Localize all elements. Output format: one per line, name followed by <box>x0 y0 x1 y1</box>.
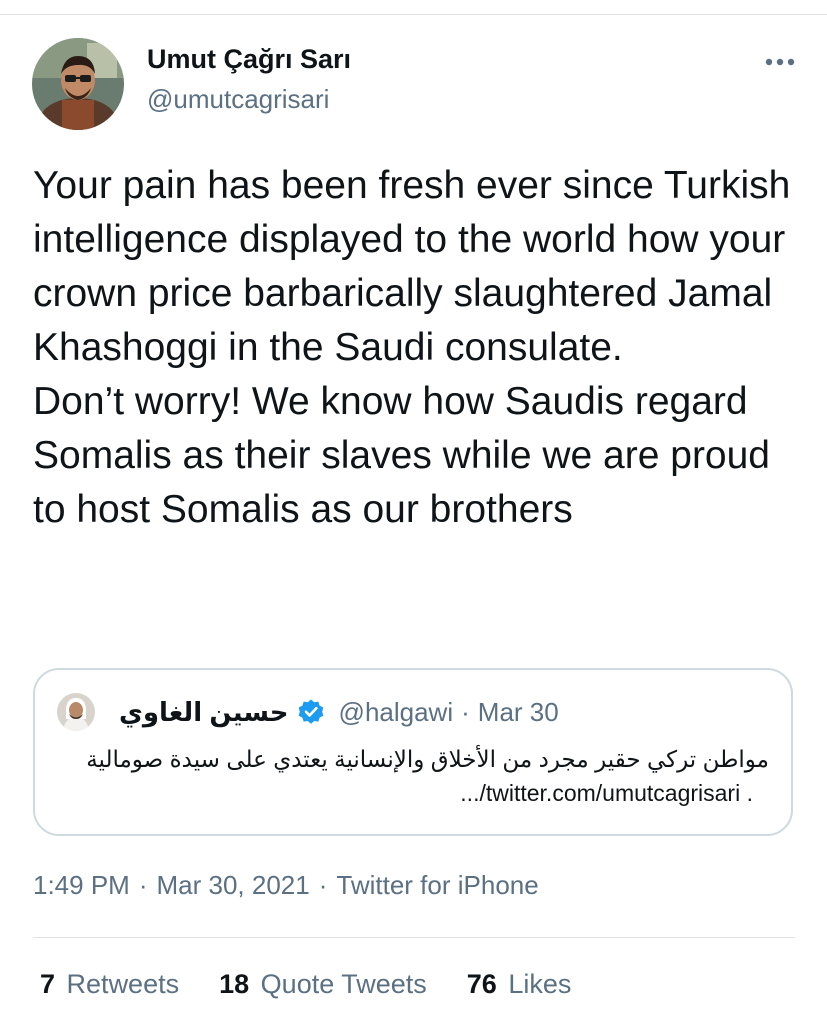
author-name[interactable]: Umut Çağrı Sarı <box>147 44 351 75</box>
retweets-stat[interactable]: 7 Retweets <box>40 969 179 1000</box>
meta-separator: · <box>138 870 148 900</box>
quoted-text-line: مواطن تركي حقير مجرد من الأخلاق والإنسان… <box>86 746 769 772</box>
quoted-author-avatar-image <box>57 693 95 731</box>
quoted-author-name[interactable]: حسين الغاوي <box>119 697 289 728</box>
tweet-time[interactable]: 1:49 PM <box>33 870 130 901</box>
quoted-tweet-text: مواطن تركي حقير مجرد من الأخلاق والإنسان… <box>57 742 769 810</box>
quoted-tweet-date[interactable]: Mar 30 <box>478 697 559 728</box>
tweet-source[interactable]: Twitter for iPhone <box>336 870 538 901</box>
verified-badge-icon <box>297 698 325 726</box>
stats-divider <box>33 937 795 938</box>
likes-label: Likes <box>508 969 572 999</box>
author-avatar-image <box>32 38 124 130</box>
top-divider <box>0 14 827 15</box>
meta-separator: · <box>318 870 328 900</box>
tweet-stats: 7 Retweets 18 Quote Tweets 76 Likes <box>40 969 611 1000</box>
more-options-button[interactable] <box>760 44 800 80</box>
author-handle[interactable]: @umutcagrisari <box>147 84 329 115</box>
quoted-tweet-header: حسين الغاوي @halgawi · Mar 30 <box>57 692 771 732</box>
quoted-author-handle[interactable]: @halgawi <box>339 697 454 728</box>
retweets-label: Retweets <box>66 969 180 999</box>
quote-tweets-stat[interactable]: 18 Quote Tweets <box>219 969 427 1000</box>
retweets-count: 7 <box>40 969 56 999</box>
tweet-meta: 1:49 PM · Mar 30, 2021 · Twitter for iPhone <box>33 870 539 901</box>
quoted-author-avatar[interactable] <box>57 693 95 731</box>
likes-stat[interactable]: 76 Likes <box>467 969 572 1000</box>
tweet-text: Your pain has been fresh ever since Turk… <box>33 159 803 537</box>
quote-tweets-label: Quote Tweets <box>260 969 427 999</box>
quoted-separator: · <box>461 696 470 727</box>
more-horizontal-icon <box>765 58 795 66</box>
tweet-paragraph: Your pain has been fresh ever since Turk… <box>33 164 791 369</box>
quoted-text-link[interactable]: .../twitter.com/umutcagrisari . <box>57 776 769 810</box>
quoted-tweet-card[interactable]: حسين الغاوي @halgawi · Mar 30 مواطن تركي… <box>33 668 793 836</box>
tweet-paragraph: Don’t worry! We know how Saudis regard S… <box>33 380 771 531</box>
quote-tweets-count: 18 <box>219 969 250 999</box>
tweet-date[interactable]: Mar 30, 2021 <box>157 870 310 901</box>
author-avatar[interactable] <box>32 38 124 130</box>
likes-count: 76 <box>466 969 497 999</box>
